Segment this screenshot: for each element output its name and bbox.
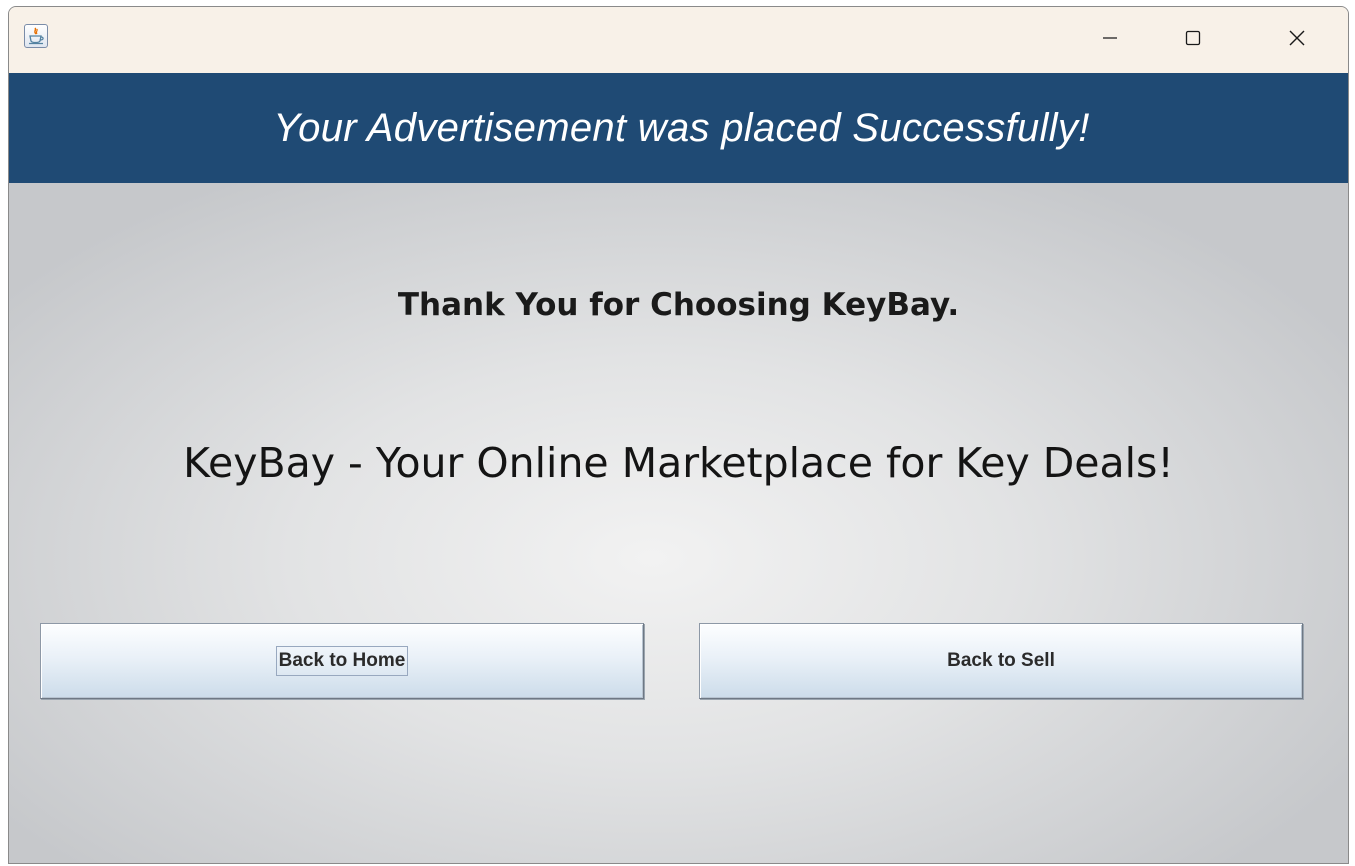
maximize-icon [1185,30,1201,46]
maximize-button[interactable] [1170,17,1216,59]
java-app-icon[interactable] [24,24,48,48]
minimize-icon [1103,37,1117,39]
back-to-home-label: Back to Home [275,646,409,676]
back-to-sell-label: Back to Sell [947,650,1055,671]
app-window: Your Advertisement was placed Successful… [8,6,1349,864]
success-message: Your Advertisement was placed Successful… [273,105,1090,150]
thank-you-text: Thank You for Choosing KeyBay. [397,287,960,323]
minimize-button[interactable] [1087,17,1133,59]
back-to-sell-button[interactable]: Back to Sell [699,623,1303,699]
close-button[interactable] [1274,17,1320,59]
success-banner: Your Advertisement was placed Successful… [9,73,1348,183]
title-bar[interactable] [9,7,1348,73]
back-to-home-button[interactable]: Back to Home [40,623,644,699]
tagline-text: KeyBay - Your Online Marketplace for Key… [183,439,1174,487]
content-panel: Thank You for Choosing KeyBay. KeyBay - … [9,183,1348,863]
close-icon [1289,30,1305,46]
